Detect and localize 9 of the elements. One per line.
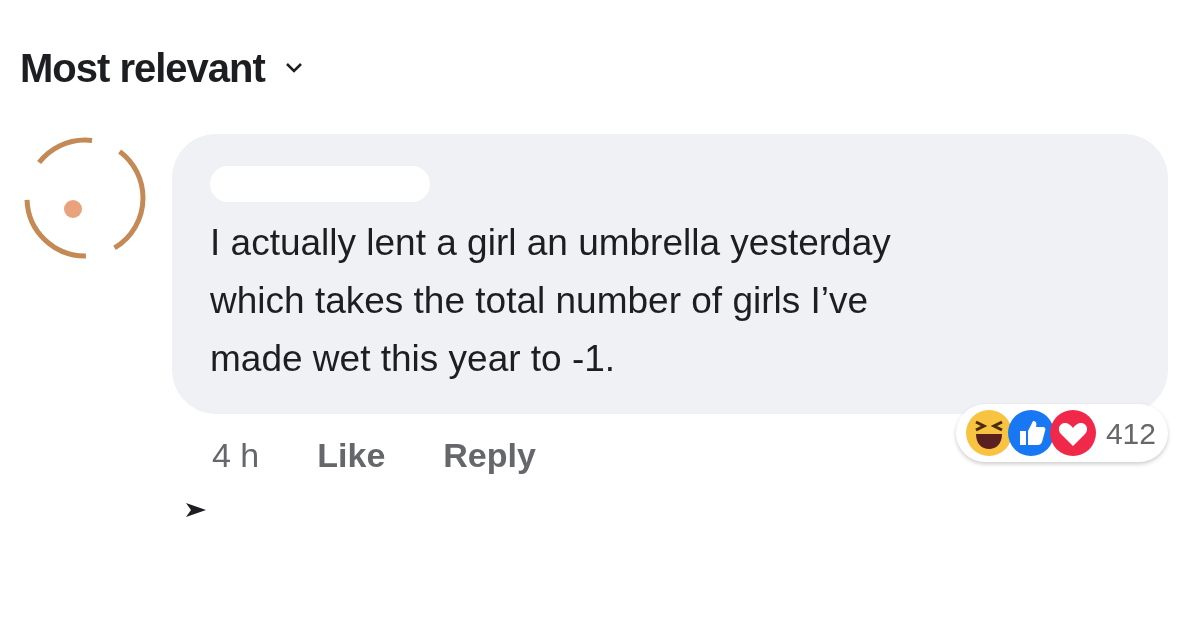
chevron-down-icon[interactable] [284,62,303,74]
reactions-pill[interactable]: 412 [955,404,1168,462]
reaction-count: 412 [1105,415,1156,452]
timestamp: 4 h [212,435,260,476]
reply-arrow-icon [184,501,208,519]
reply-button[interactable]: Reply [443,430,536,481]
sort-label[interactable]: Most relevant [20,38,265,98]
comment-text: I actually lent a girl an umbrella yesterday which takes the total number of girls I’ve made wet this year to -1. [210,221,892,381]
like-button[interactable]: Like [317,430,386,481]
